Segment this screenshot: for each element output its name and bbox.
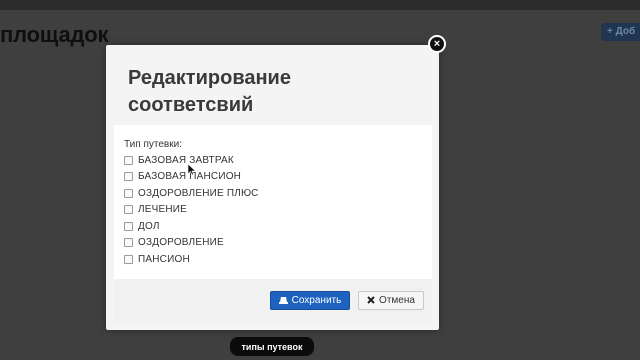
background-page-title: площадок <box>0 22 109 47</box>
option-pansion[interactable]: ПАНСИОН <box>124 252 190 266</box>
caption-badge: типы путевок <box>230 337 314 356</box>
mouse-cursor-icon <box>188 164 196 176</box>
checkbox[interactable] <box>124 155 133 165</box>
checkbox[interactable] <box>124 254 133 264</box>
modal-header: Редактирование соответсвий <box>106 45 439 125</box>
checkbox[interactable] <box>124 188 133 198</box>
checkbox[interactable] <box>124 171 133 181</box>
checkbox[interactable] <box>124 237 133 247</box>
save-icon <box>278 296 288 306</box>
option-label: БАЗОВАЯ ЗАВТРАК <box>138 154 234 166</box>
cancel-icon <box>367 295 375 306</box>
close-icon[interactable]: × <box>428 35 446 53</box>
save-button[interactable]: Сохранить <box>270 291 350 310</box>
save-button-label: Сохранить <box>291 295 342 306</box>
option-label: ОЗДОРОВЛЕНИЕ ПЛЮС <box>138 187 259 199</box>
modal-footer: Сохранить Отмена <box>114 279 432 323</box>
background-add-button: + Доб <box>601 23 640 41</box>
close-symbol: × <box>433 37 441 50</box>
option-label: ДОЛ <box>138 220 160 232</box>
option-label: ПАНСИОН <box>138 253 190 265</box>
checkbox[interactable] <box>124 221 133 231</box>
option-dol[interactable]: ДОЛ <box>124 219 160 233</box>
modal-body: Тип путевки: БАЗОВАЯ ЗАВТРАК БАЗОВАЯ ПАН… <box>114 125 432 279</box>
edit-mapping-modal: Редактирование соответсвий Тип путевки: … <box>106 45 439 330</box>
trip-type-label: Тип путевки: <box>124 139 182 150</box>
cancel-button[interactable]: Отмена <box>358 291 424 310</box>
option-label: ЛЕЧЕНИЕ <box>138 203 188 215</box>
option-bazovaya-zavtrak[interactable]: БАЗОВАЯ ЗАВТРАК <box>124 153 234 167</box>
checkbox[interactable] <box>124 204 133 214</box>
option-ozdorovlenie[interactable]: ОЗДОРОВЛЕНИЕ <box>124 235 224 249</box>
modal-title: Редактирование соответсвий <box>128 67 291 116</box>
option-ozdorovlenie-plus[interactable]: ОЗДОРОВЛЕНИЕ ПЛЮС <box>124 186 259 200</box>
cancel-button-label: Отмена <box>379 295 415 306</box>
option-lechenie[interactable]: ЛЕЧЕНИЕ <box>124 202 187 216</box>
background-topbar <box>0 0 640 10</box>
option-label: ОЗДОРОВЛЕНИЕ <box>138 236 224 248</box>
option-bazovaya-pansion[interactable]: БАЗОВАЯ ПАНСИОН <box>124 169 241 183</box>
